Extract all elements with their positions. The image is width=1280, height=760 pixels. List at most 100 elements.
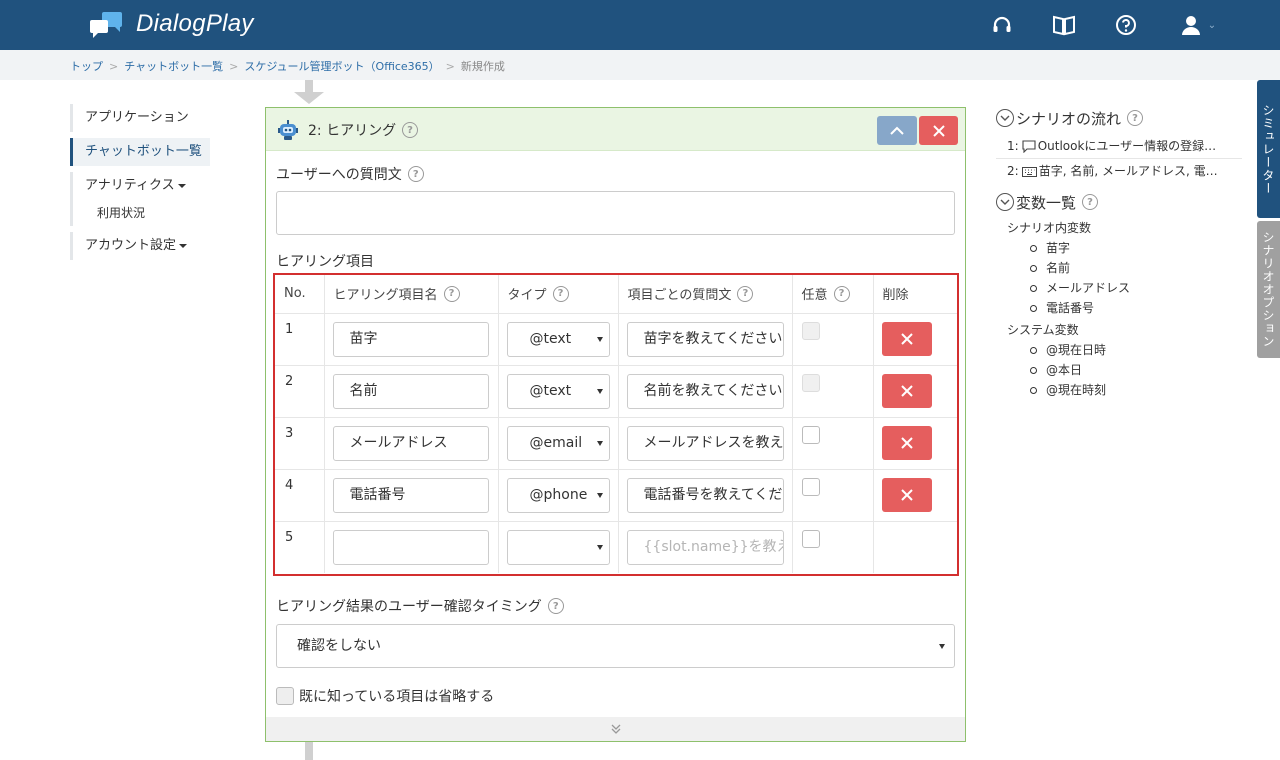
help-icon[interactable]: ?	[443, 285, 460, 302]
optional-checkbox[interactable]	[801, 477, 820, 496]
flow-arrow-icon	[294, 92, 324, 104]
sidebar-item-chatbot-list[interactable]: チャットボット一覧	[70, 138, 210, 166]
type-select[interactable]: @phone	[506, 477, 610, 513]
type-select[interactable]	[506, 529, 610, 565]
breadcrumb-bot[interactable]: スケジュール管理ボット（Office365）	[244, 58, 439, 74]
breadcrumb-chatbot-list[interactable]: チャットボット一覧	[124, 58, 223, 74]
flow-item[interactable]: 2: 苗字, 名前, メールアドレス, 電話番号	[996, 159, 1242, 184]
row-number: 4	[285, 477, 294, 493]
optional-checkbox[interactable]	[801, 321, 820, 340]
breadcrumb-current: 新規作成	[460, 60, 505, 73]
hearing-node-card: 2: ヒアリング ? ユーザーへの質問文 ? ヒアリング項目 No. ヒアリング…	[265, 107, 966, 742]
sidebar-item-applications[interactable]: アプリケーション	[70, 104, 210, 132]
column-header-label: ヒアリング項目名	[333, 288, 438, 304]
caret-down-icon	[939, 644, 945, 649]
close-icon	[900, 332, 913, 345]
headset-icon[interactable]	[990, 13, 1014, 37]
scenario-flow-header[interactable]: シナリオの流れ ?	[996, 104, 1242, 132]
row-number: 2	[285, 373, 294, 389]
column-header-delete: 削除	[873, 275, 957, 314]
breadcrumb-top[interactable]: トップ	[70, 58, 103, 74]
book-icon[interactable]	[1052, 13, 1076, 37]
item-question-input[interactable]: {{slot.name}}を教えてください	[626, 529, 784, 565]
optional-checkbox[interactable]	[801, 425, 820, 444]
user-icon[interactable]: ⌄	[1176, 13, 1220, 37]
scenario-flow-title: シナリオの流れ	[1016, 109, 1122, 128]
keyboard-icon	[1021, 166, 1037, 177]
flow-item-text: 苗字, 名前, メールアドレス, 電話番号	[1038, 164, 1229, 178]
robot-icon	[278, 120, 298, 140]
flow-connector	[305, 80, 313, 92]
card-title: 2: ヒアリング ?	[308, 120, 419, 140]
help-icon[interactable]: ?	[547, 598, 564, 614]
help-icon[interactable]: ?	[552, 285, 569, 302]
skip-known-checkbox[interactable]	[276, 687, 294, 705]
type-select[interactable]: @text	[506, 373, 610, 409]
type-select-value: @phone	[529, 486, 588, 503]
variables-header[interactable]: 変数一覧 ?	[996, 188, 1242, 216]
item-question-input[interactable]: 苗字を教えてください	[626, 321, 784, 357]
system-vars-label: システム変数	[1007, 323, 1079, 337]
column-header-optional: 任意?	[792, 275, 874, 314]
table-row: 5 {{slot.name}}を教えてください	[275, 521, 957, 573]
sidebar-item-analytics[interactable]: アナリティクス	[70, 172, 210, 200]
column-header-label: 項目ごとの質問文	[627, 288, 732, 304]
help-icon[interactable]: ?	[833, 285, 850, 302]
move-up-button[interactable]	[877, 116, 917, 145]
breadcrumb-separator: >	[229, 59, 239, 73]
expand-toggle[interactable]	[266, 717, 965, 741]
scenario-options-tab[interactable]: シナリオオプション	[1257, 221, 1280, 358]
app-logo[interactable]: DialogPlay	[88, 10, 254, 38]
caret-down-icon	[596, 336, 603, 342]
variables-title: 変数一覧	[1016, 193, 1077, 212]
type-select[interactable]: @text	[506, 321, 610, 357]
delete-row-button[interactable]	[881, 477, 932, 512]
help-icon[interactable]: ?	[402, 122, 419, 138]
flow-connector	[305, 741, 313, 760]
item-question-input[interactable]: 電話番号を教えてください	[626, 477, 784, 513]
caret-down-icon	[177, 183, 186, 188]
delete-row-button[interactable]	[881, 425, 932, 460]
close-icon	[900, 436, 913, 449]
item-name-input[interactable]: メールアドレス	[332, 425, 489, 461]
help-icon[interactable]	[1114, 13, 1138, 37]
item-question-input[interactable]: メールアドレスを教えてください	[626, 425, 784, 461]
type-select-value: @text	[529, 382, 572, 399]
type-select-value: @email	[529, 434, 583, 451]
chevron-down-icon	[996, 193, 1014, 211]
column-header-name: ヒアリング項目名?	[324, 275, 499, 314]
item-name-input[interactable]	[332, 529, 489, 565]
table-row: 1 苗字 @text 苗字を教えてください	[275, 313, 957, 366]
confirm-timing-select[interactable]: 確認をしない	[276, 624, 955, 668]
item-question-input[interactable]: 名前を教えてください	[626, 373, 784, 409]
help-icon[interactable]: ?	[737, 285, 754, 302]
item-name-input[interactable]: 苗字	[332, 321, 489, 357]
help-icon[interactable]: ?	[1127, 110, 1144, 126]
items-label: ヒアリング項目	[276, 254, 374, 270]
item-name-input[interactable]: 名前	[332, 373, 489, 409]
simulator-tab[interactable]: シミュレーター	[1257, 80, 1280, 218]
type-select[interactable]: @email	[506, 425, 610, 461]
help-icon[interactable]: ?	[1082, 194, 1099, 210]
help-icon[interactable]: ?	[407, 166, 424, 182]
delete-row-button[interactable]	[881, 373, 932, 408]
sidebar-item-label: アカウント設定	[85, 238, 177, 253]
top-header: DialogPlay ⌄	[0, 0, 1280, 50]
optional-checkbox[interactable]	[801, 529, 820, 548]
column-header-label: 任意	[801, 288, 828, 304]
column-header-no: No.	[275, 275, 325, 314]
speech-bubble-icon	[1022, 139, 1036, 153]
sidebar-item-account-settings[interactable]: アカウント設定	[70, 232, 210, 260]
flow-item[interactable]: 1: Outlookにユーザー情報の登録をお願いします	[996, 134, 1242, 159]
card-header: 2: ヒアリング ?	[266, 108, 965, 151]
delete-row-button[interactable]	[881, 321, 932, 356]
item-name-input[interactable]: 電話番号	[332, 477, 489, 513]
sidebar-item-usage[interactable]: 利用状況	[70, 200, 210, 226]
right-panel: シナリオの流れ ? 1: Outlookにユーザー情報の登録をお願いします 2:…	[996, 104, 1242, 400]
breadcrumb: トップ > チャットボット一覧 > スケジュール管理ボット（Office365）…	[70, 58, 505, 74]
question-input[interactable]	[276, 191, 955, 235]
row-number: 5	[285, 529, 294, 545]
logo-icon	[88, 10, 126, 38]
optional-checkbox[interactable]	[801, 373, 820, 392]
delete-node-button[interactable]	[919, 116, 958, 145]
